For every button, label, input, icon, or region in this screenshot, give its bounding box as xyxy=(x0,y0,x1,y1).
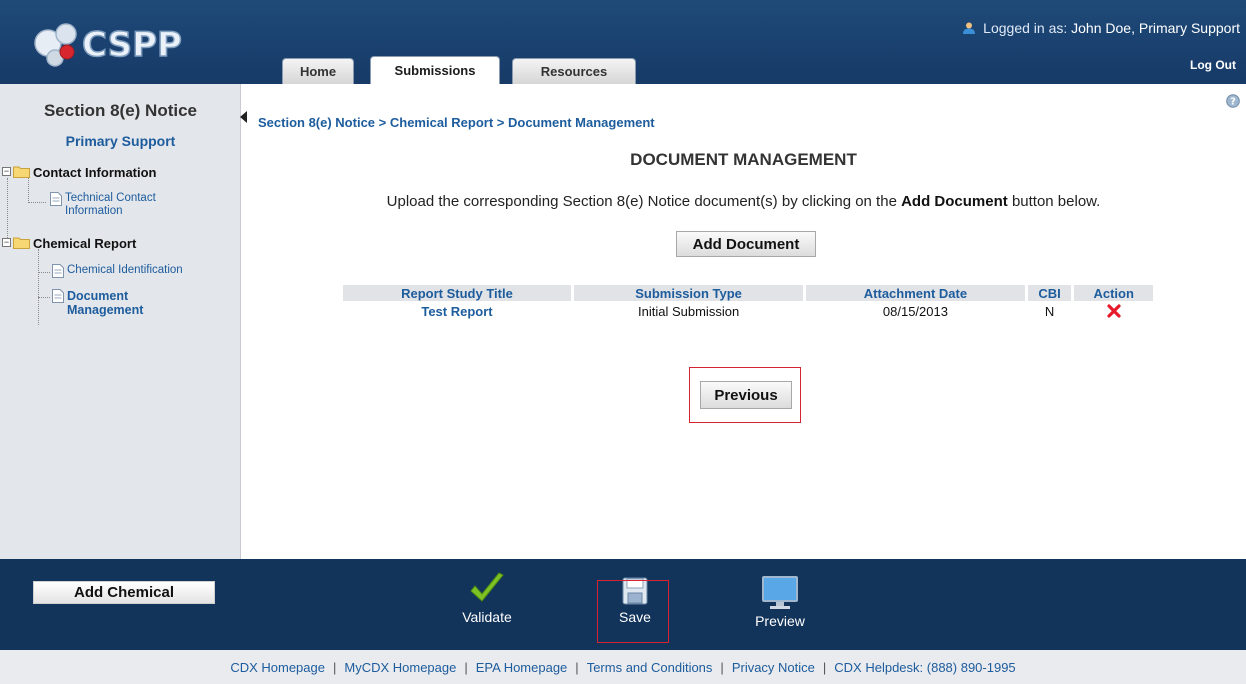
document-icon xyxy=(52,264,64,278)
tab-home[interactable]: Home xyxy=(282,58,354,84)
tree-connector xyxy=(7,178,8,244)
link-epa-homepage[interactable]: EPA Homepage xyxy=(476,660,568,675)
column-header-cbi[interactable]: CBI xyxy=(1027,285,1072,301)
tree-item-label[interactable]: Document Management xyxy=(67,289,143,317)
breadcrumb-item[interactable]: Document Management xyxy=(508,115,655,130)
document-icon xyxy=(52,289,64,303)
footer-toolbar: Add Chemical Validate Save Preview xyxy=(0,559,1246,650)
link-mycdx-homepage[interactable]: MyCDX Homepage xyxy=(344,660,456,675)
tree-item-label-line: Document xyxy=(67,289,129,303)
tree-item-label-line: Management xyxy=(67,303,144,317)
link-separator: | xyxy=(464,659,468,675)
page-title: DOCUMENT MANAGEMENT xyxy=(630,150,857,169)
breadcrumb-item[interactable]: Chemical Report xyxy=(390,115,493,130)
tree-item-label[interactable]: Technical Contact Information xyxy=(65,192,156,218)
column-header-action: Action xyxy=(1074,285,1153,301)
tree-connector xyxy=(28,178,29,203)
submission-type-cell: Initial Submission xyxy=(638,303,740,319)
monitor-icon xyxy=(762,576,798,609)
header: CSPP Logged in as: John Doe, Primary Sup… xyxy=(0,0,1246,84)
login-user: John Doe, Primary Support xyxy=(1071,20,1240,36)
cspp-logo[interactable]: CSPP xyxy=(28,10,198,72)
tree-item-chemical-identification[interactable]: Chemical Identification xyxy=(52,264,183,278)
instructions-part: button below. xyxy=(1011,193,1101,210)
column-header-report-study-title[interactable]: Report Study Title xyxy=(343,285,571,301)
breadcrumb-separator: > xyxy=(375,115,390,130)
svg-text:?: ? xyxy=(1230,97,1236,108)
tree-item-label[interactable]: Chemical Identification xyxy=(67,264,183,277)
instructions-part: Upload the corresponding Section 8(e) No… xyxy=(386,193,897,210)
tab-resources[interactable]: Resources xyxy=(512,58,636,84)
collapse-toggle-icon[interactable]: − xyxy=(2,238,11,247)
tree-item-label-line: Information xyxy=(65,205,123,217)
tree-item-technical-contact[interactable]: Technical Contact Information xyxy=(50,192,156,218)
link-cdx-homepage[interactable]: CDX Homepage xyxy=(230,660,325,675)
breadcrumb: Section 8(e) Notice > Chemical Report > … xyxy=(258,115,655,130)
logo-text: CSPP xyxy=(82,25,182,65)
folder-icon xyxy=(13,237,30,249)
link-terms-and-conditions[interactable]: Terms and Conditions xyxy=(587,660,713,675)
login-status: Logged in as: John Doe, Primary Support xyxy=(962,20,1240,36)
delete-icon[interactable] xyxy=(1107,303,1121,318)
tree-connector xyxy=(38,297,50,298)
link-separator: | xyxy=(332,659,337,675)
attachment-date-cell: 08/15/2013 xyxy=(882,303,948,319)
tree-folder-label: Chemical Report xyxy=(33,236,137,251)
collapse-toggle-icon[interactable]: − xyxy=(2,167,11,176)
documents-table: Report Study Title Submission Type Attac… xyxy=(340,285,1156,321)
tree-item-document-management[interactable]: Document Management xyxy=(52,289,143,317)
tab-submissions[interactable]: Submissions xyxy=(370,56,500,84)
tree-folder-chemical-report[interactable]: − Chemical Report xyxy=(2,236,136,251)
tree-connector xyxy=(38,249,39,325)
validate-label: Validate xyxy=(462,609,512,625)
tree-connector xyxy=(38,272,50,273)
login-prefix: Logged in as: xyxy=(983,20,1068,36)
add-chemical-button[interactable]: Add Chemical xyxy=(33,581,215,604)
sidebar: Section 8(e) Notice Primary Support − Co… xyxy=(0,84,241,559)
document-icon xyxy=(50,192,62,206)
cbi-cell: N xyxy=(1044,303,1055,319)
link-separator: | xyxy=(575,659,579,675)
cdx-helpdesk: CDX Helpdesk: (888) 890-1995 xyxy=(834,659,1016,675)
preview-button[interactable]: Preview xyxy=(747,571,813,629)
link-separator: | xyxy=(720,659,724,675)
preview-label: Preview xyxy=(755,613,805,629)
user-icon xyxy=(963,22,976,34)
breadcrumb-separator: > xyxy=(493,115,508,130)
tree-connector xyxy=(28,202,46,203)
logout-link[interactable]: Log Out xyxy=(1190,58,1236,72)
tree-folder-contact-information[interactable]: − Contact Information xyxy=(2,165,157,180)
report-title-link[interactable]: Test Report xyxy=(343,301,571,321)
previous-button[interactable]: Previous xyxy=(700,381,792,409)
add-document-button[interactable]: Add Document xyxy=(676,231,816,257)
table-header-row: Report Study Title Submission Type Attac… xyxy=(343,285,1153,301)
tree-item-label-line: Technical Contact xyxy=(65,192,156,204)
help-icon[interactable]: ? xyxy=(1226,94,1240,108)
breadcrumb-item[interactable]: Section 8(e) Notice xyxy=(258,115,375,130)
link-privacy-notice[interactable]: Privacy Notice xyxy=(732,660,815,675)
validate-button[interactable]: Validate xyxy=(455,571,519,625)
link-separator: | xyxy=(822,659,827,675)
navigation-tree: − Contact Information Technical Contact … xyxy=(0,84,241,559)
action-cell xyxy=(1074,301,1153,321)
table-row: Test Report Initial Submission 08/15/201… xyxy=(343,301,1153,321)
column-header-submission-type[interactable]: Submission Type xyxy=(573,285,804,301)
check-icon xyxy=(470,572,504,602)
footer-links: CDX Homepage | MyCDX Homepage | EPA Home… xyxy=(0,650,1246,684)
save-highlight-box xyxy=(597,580,669,643)
collapse-sidebar-arrow-icon[interactable] xyxy=(240,111,247,123)
instructions-emphasis: Add Document xyxy=(901,193,1008,210)
tree-folder-label: Contact Information xyxy=(33,165,157,180)
folder-icon xyxy=(13,166,30,178)
instructions-text: Upload the corresponding Section 8(e) No… xyxy=(241,193,1246,210)
column-header-attachment-date[interactable]: Attachment Date xyxy=(806,285,1025,301)
